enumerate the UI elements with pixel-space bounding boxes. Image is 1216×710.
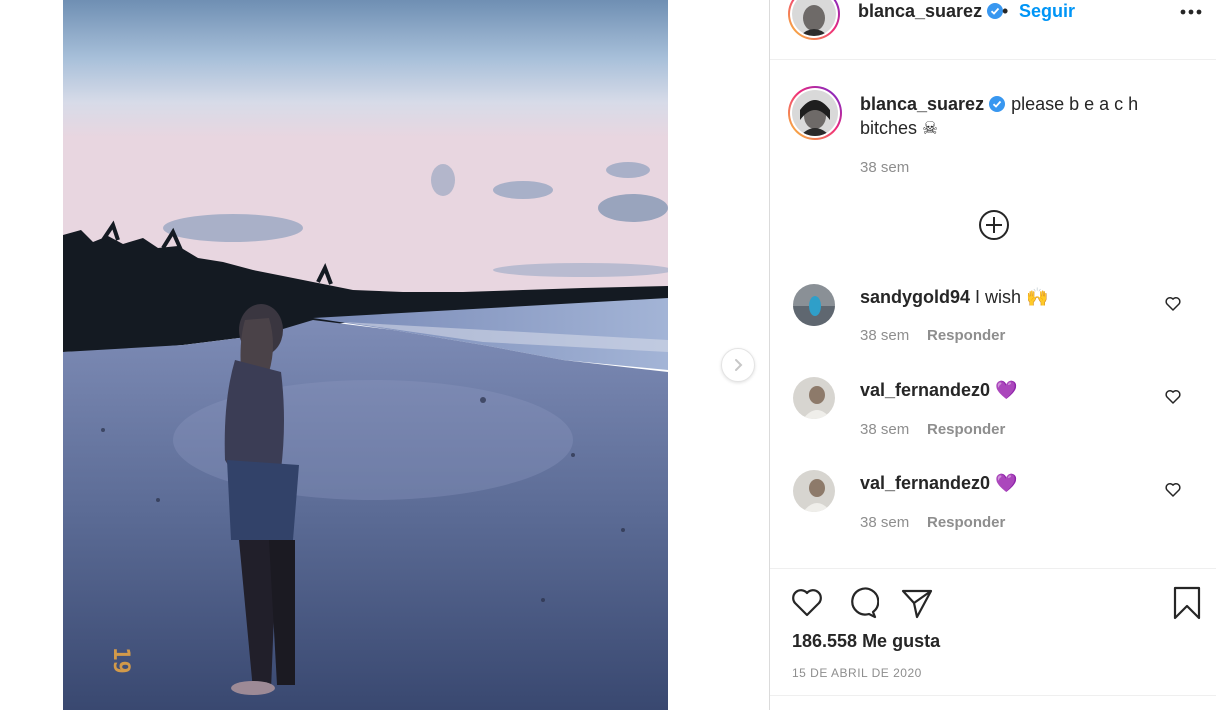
- avatar-image: [793, 470, 835, 512]
- avatar-image: [793, 377, 835, 419]
- comment-item: sandygold94 I wish 🙌: [860, 285, 1048, 309]
- comment-age: 38 sem: [860, 514, 910, 531]
- comment-username[interactable]: sandygold94: [860, 287, 970, 307]
- caption-age: 38 sem: [860, 159, 910, 176]
- beach-sunset-photo: [63, 0, 668, 710]
- follow-button[interactable]: Seguir: [1019, 0, 1075, 22]
- heart-icon[interactable]: [1164, 295, 1182, 313]
- author-username[interactable]: blanca_suarez: [858, 0, 1004, 22]
- caption-username[interactable]: blanca_suarez: [860, 94, 984, 114]
- post-photo[interactable]: 19: [63, 0, 668, 710]
- post-header: blanca_suarez • Seguir: [770, 0, 1216, 60]
- chevron-right-icon: [735, 359, 743, 371]
- divider: [770, 695, 1216, 696]
- comment-icon[interactable]: [845, 586, 879, 620]
- heart-icon[interactable]: [1164, 481, 1182, 499]
- post-caption: blanca_suarez please b e a c h bitches ☠: [860, 92, 1160, 140]
- avatar-image: [792, 0, 836, 36]
- reply-button[interactable]: Responder: [927, 421, 1005, 438]
- post-modal: 19 blanca_suarez • Seguir blanca_suarez …: [0, 0, 1216, 710]
- comment-item: val_fernandez0 💜: [860, 471, 1018, 495]
- comment-text: 💜: [995, 473, 1018, 493]
- author-avatar[interactable]: [788, 0, 840, 40]
- paper-plane-icon[interactable]: [900, 586, 934, 620]
- post-date[interactable]: 15 DE ABRIL DE 2020: [792, 666, 922, 680]
- separator-dot: •: [1002, 1, 1009, 21]
- date-stamp: 19: [107, 647, 133, 674]
- comment-text: I wish 🙌: [975, 287, 1049, 307]
- post-details-panel: blanca_suarez • Seguir blanca_suarez ple…: [769, 0, 1216, 710]
- likes-count[interactable]: 186.558 Me gusta: [792, 631, 940, 652]
- caption-author-avatar[interactable]: [788, 86, 842, 140]
- comment-text: 💜: [995, 380, 1018, 400]
- comment-avatar[interactable]: [793, 470, 835, 512]
- comment-avatar[interactable]: [793, 377, 835, 419]
- verified-badge-icon: [989, 96, 1006, 112]
- heart-icon[interactable]: [790, 586, 824, 620]
- next-photo-button[interactable]: [721, 348, 755, 382]
- comment-item: val_fernandez0 💜: [860, 378, 1018, 402]
- avatar-image: [793, 284, 835, 326]
- more-options-icon[interactable]: [1179, 6, 1203, 18]
- reply-button[interactable]: Responder: [927, 514, 1005, 531]
- comment-avatar[interactable]: [793, 284, 835, 326]
- comment-age: 38 sem: [860, 421, 910, 438]
- plus-circle-icon[interactable]: [978, 209, 1010, 241]
- reply-button[interactable]: Responder: [927, 327, 1005, 344]
- bookmark-icon[interactable]: [1170, 586, 1204, 620]
- heart-icon[interactable]: [1164, 388, 1182, 406]
- comment-username[interactable]: val_fernandez0: [860, 473, 990, 493]
- comment-age: 38 sem: [860, 327, 910, 344]
- avatar-image: [792, 90, 838, 136]
- comment-username[interactable]: val_fernandez0: [860, 380, 990, 400]
- post-actions: 186.558 Me gusta 15 DE ABRIL DE 2020: [770, 568, 1216, 695]
